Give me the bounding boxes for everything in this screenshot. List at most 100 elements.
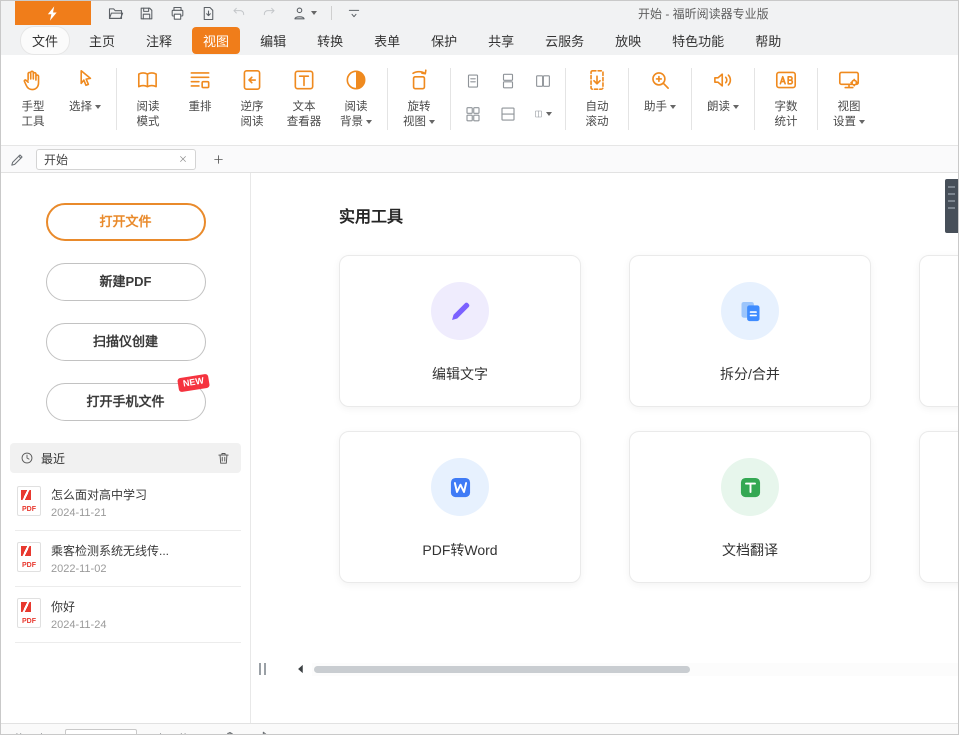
ribbon-item-view-settings[interactable]: 视图 设置 bbox=[825, 66, 873, 130]
ribbon-item-assistant[interactable]: 助手 bbox=[636, 66, 684, 115]
foxit-pdf-mark bbox=[21, 546, 31, 556]
card-partial-1[interactable] bbox=[919, 255, 958, 407]
dropdown-caret bbox=[670, 105, 676, 109]
menu-tab-comment[interactable]: 注释 bbox=[135, 27, 183, 54]
annotate-pencil-icon[interactable] bbox=[9, 151, 26, 168]
ribbon-item-rotate-view[interactable]: 旋转 视图 bbox=[395, 66, 443, 130]
ribbon-item-label: 重排 bbox=[189, 101, 212, 113]
menu-tab-share[interactable]: 共享 bbox=[477, 27, 525, 54]
page-number-input[interactable] bbox=[65, 729, 137, 735]
document-tab-start[interactable]: 开始 bbox=[36, 149, 196, 170]
recent-file-item[interactable]: PDF 怎么面对高中学习 2024-11-21 bbox=[15, 475, 241, 531]
pdf-to-word-icon bbox=[431, 458, 489, 516]
redo-icon[interactable] bbox=[261, 5, 277, 21]
undo-icon[interactable] bbox=[231, 5, 247, 21]
reading-background-icon bbox=[343, 66, 369, 94]
facing-continuous-icon[interactable] bbox=[464, 105, 482, 123]
menu-tab-slideshow[interactable]: 放映 bbox=[604, 27, 652, 54]
ribbon-item-auto-scroll[interactable]: 自动 滚动 bbox=[573, 66, 621, 130]
menu-tab-convert[interactable]: 转换 bbox=[306, 27, 354, 54]
card-edit-text[interactable]: 编辑文字 bbox=[339, 255, 581, 407]
page-layout-group bbox=[464, 66, 552, 123]
tools-heading: 实用工具 bbox=[339, 203, 958, 227]
ribbon-item-word-count[interactable]: 字数 统计 bbox=[762, 66, 810, 130]
new-tab-button[interactable] bbox=[212, 153, 225, 166]
previous-page-icon[interactable] bbox=[34, 731, 47, 735]
app-window: 开始 - 福昕阅读器专业版 文件 主页 注释 视图 编辑 转换 表单 保护 共享… bbox=[0, 0, 959, 735]
hand-status-icon[interactable] bbox=[223, 730, 238, 735]
ribbon-divider bbox=[817, 68, 818, 130]
card-split-merge[interactable]: 拆分/合并 bbox=[629, 255, 871, 407]
ribbon-item-text-viewer[interactable]: 文本 查看器 bbox=[280, 66, 328, 130]
clear-recent-trash-icon[interactable] bbox=[216, 451, 231, 466]
menu-tab-help[interactable]: 帮助 bbox=[744, 27, 792, 54]
customize-toolbar-icon[interactable] bbox=[346, 5, 362, 21]
split-view-icon[interactable] bbox=[499, 105, 517, 123]
menu-tab-edit[interactable]: 编辑 bbox=[249, 27, 297, 54]
card-partial-2[interactable] bbox=[919, 431, 958, 583]
ribbon-item-reverse-read[interactable]: 逆序 阅读 bbox=[228, 66, 276, 130]
single-page-icon[interactable] bbox=[464, 72, 482, 90]
recent-file-item[interactable]: PDF 乘客检测系统无线传...2022-11-02 bbox=[15, 531, 241, 587]
page-layout-more-icon[interactable] bbox=[534, 105, 552, 123]
save-icon[interactable] bbox=[138, 5, 155, 22]
foxit-pdf-mark bbox=[21, 602, 31, 612]
new-pdf-button[interactable]: 新建PDF bbox=[46, 263, 206, 301]
facing-page-icon[interactable] bbox=[534, 72, 552, 90]
share-user-icon[interactable] bbox=[291, 5, 317, 22]
auto-scroll-icon bbox=[584, 66, 610, 94]
vertical-scrollbar-widget[interactable] bbox=[945, 179, 958, 233]
first-page-icon[interactable] bbox=[11, 731, 24, 735]
menu-tab-protect[interactable]: 保护 bbox=[420, 27, 468, 54]
share-dropdown-caret bbox=[311, 11, 317, 15]
dropdown-caret bbox=[546, 112, 552, 116]
menu-tab-form[interactable]: 表单 bbox=[363, 27, 411, 54]
menu-tab-view[interactable]: 视图 bbox=[192, 27, 240, 54]
continuous-page-icon[interactable] bbox=[499, 72, 517, 90]
scanner-create-button[interactable]: 扫描仪创建 bbox=[46, 323, 206, 361]
ribbon-divider bbox=[116, 68, 117, 130]
open-file-button[interactable]: 打开文件 bbox=[46, 203, 206, 241]
menu-tab-features[interactable]: 特色功能 bbox=[661, 27, 735, 54]
card-label: 拆分/合并 bbox=[720, 364, 780, 384]
start-sidebar: 打开文件 新建PDF 扫描仪创建 打开手机文件 NEW 最近 PDF 怎么面对高… bbox=[1, 173, 251, 734]
next-page-icon[interactable] bbox=[155, 731, 168, 735]
ribbon-item-select[interactable]: 选择 bbox=[61, 66, 109, 130]
splitter-grip[interactable] bbox=[259, 663, 266, 675]
read-aloud-icon bbox=[710, 66, 736, 94]
menu-tab-cloud[interactable]: 云服务 bbox=[534, 27, 595, 54]
close-tab-icon[interactable] bbox=[178, 154, 188, 164]
menu-tab-file[interactable]: 文件 bbox=[21, 27, 69, 54]
select-status-icon[interactable] bbox=[258, 730, 273, 735]
ribbon-item-label: 字数 统计 bbox=[775, 101, 798, 128]
recent-file-list: PDF 怎么面对高中学习 2024-11-21 PDF 乘客检测系统无线传...2… bbox=[15, 475, 241, 643]
card-label: 编辑文字 bbox=[432, 364, 488, 384]
open-mobile-file-button[interactable]: 打开手机文件 NEW bbox=[46, 383, 206, 421]
pdf-badge-text: PDF bbox=[18, 506, 40, 513]
horizontal-scroll-track[interactable] bbox=[312, 663, 958, 676]
ribbon-item-read-mode[interactable]: 阅读 模式 bbox=[124, 66, 172, 130]
recent-file-date: 2024-11-21 bbox=[51, 507, 147, 519]
foxit-logo[interactable] bbox=[15, 1, 91, 25]
card-label: 文档翻译 bbox=[722, 540, 778, 560]
card-translate[interactable]: 文档翻译 bbox=[629, 431, 871, 583]
menu-bar: 文件 主页 注释 视图 编辑 转换 表单 保护 共享 云服务 放映 特色功能 帮… bbox=[1, 25, 958, 55]
menu-tab-home[interactable]: 主页 bbox=[78, 27, 126, 54]
ribbon-item-reflow[interactable]: 重排 bbox=[176, 66, 224, 130]
recent-title: 最近 bbox=[41, 450, 65, 467]
ribbon-item-hand-tool[interactable]: 手型 工具 bbox=[9, 66, 57, 130]
scroll-left-arrow-icon[interactable] bbox=[294, 662, 308, 676]
export-icon[interactable] bbox=[200, 5, 217, 22]
open-mobile-file-label: 打开手机文件 bbox=[86, 394, 164, 409]
last-page-icon[interactable] bbox=[178, 731, 191, 735]
foxit-pdf-mark bbox=[21, 490, 31, 500]
ribbon-item-reading-background[interactable]: 阅读 背景 bbox=[332, 66, 380, 130]
card-pdf-to-word[interactable]: PDF转Word bbox=[339, 431, 581, 583]
open-file-icon[interactable] bbox=[107, 5, 124, 22]
status-bar bbox=[1, 723, 958, 735]
print-icon[interactable] bbox=[169, 5, 186, 22]
horizontal-scroll-thumb[interactable] bbox=[314, 666, 690, 673]
recent-file-name: 怎么面对高中学习 bbox=[51, 486, 147, 503]
ribbon-item-read-aloud[interactable]: 朗读 bbox=[699, 66, 747, 115]
recent-file-item[interactable]: PDF 你好2024-11-24 bbox=[15, 587, 241, 643]
